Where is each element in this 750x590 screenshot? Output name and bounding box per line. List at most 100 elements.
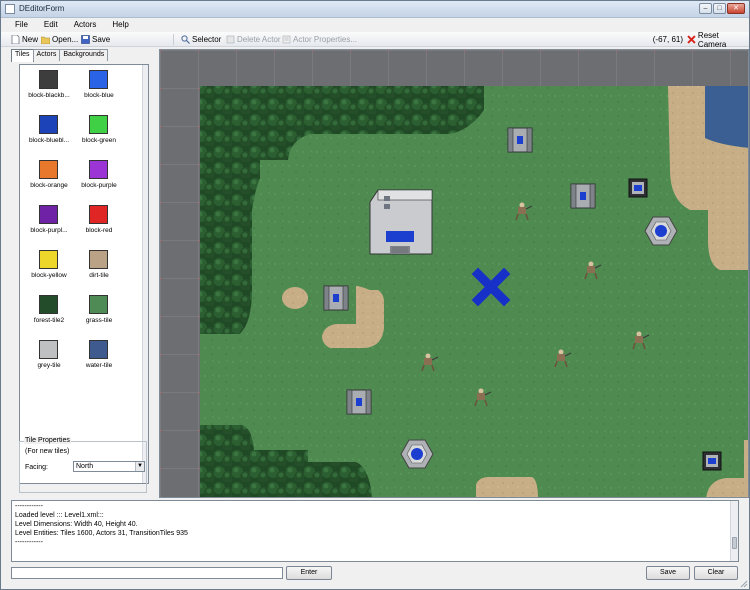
menu-help[interactable]: Help xyxy=(104,18,136,31)
console-line: Level Entities: Tiles 1600, Actors 31, T… xyxy=(15,530,188,537)
facing-select[interactable]: North ▼ xyxy=(73,461,145,472)
delete-actor-label: Delete Actor xyxy=(237,35,281,44)
command-input[interactable] xyxy=(11,567,283,579)
open-button[interactable]: Open... xyxy=(41,33,78,46)
tile-swatch xyxy=(39,205,58,224)
dirt-edge-right xyxy=(744,440,748,497)
menu-edit[interactable]: Edit xyxy=(36,18,66,31)
tile-label: block-purple xyxy=(81,182,117,189)
title-bar[interactable]: DEditorForm – □ ✕ xyxy=(1,1,749,18)
tank-actor[interactable] xyxy=(323,285,349,311)
delete-actor-button[interactable]: Delete Actor xyxy=(226,33,281,46)
dirt-bottom-patch xyxy=(476,477,538,497)
actor-properties-label: Actor Properties... xyxy=(293,35,358,44)
tile-label: grey-tile xyxy=(37,362,61,369)
window-title: DEditorForm xyxy=(19,4,65,13)
delete-icon xyxy=(226,35,235,44)
close-button[interactable]: ✕ xyxy=(727,3,745,14)
new-button[interactable]: New xyxy=(11,33,38,46)
tab-backgrounds[interactable]: Backgrounds xyxy=(59,49,109,61)
tile-palette-item[interactable]: forest-tile2 xyxy=(24,292,74,337)
actor-properties-button[interactable]: Actor Properties... xyxy=(282,33,357,46)
console-scroll-thumb[interactable] xyxy=(732,537,737,549)
menu-actors[interactable]: Actors xyxy=(66,18,105,31)
tile-palette-item[interactable]: grass-tile xyxy=(74,292,124,337)
tile-label: dirt-tile xyxy=(89,272,109,279)
save-disk-icon xyxy=(81,35,90,44)
reset-camera-label: Reset Camera xyxy=(697,30,727,49)
tile-properties-title: Tile Properties xyxy=(24,437,71,444)
tank-actor[interactable] xyxy=(346,389,372,415)
water-corner xyxy=(705,86,748,148)
save-log-button[interactable]: Save xyxy=(646,566,690,580)
tab-tiles[interactable]: Tiles xyxy=(11,49,34,62)
tile-properties-subtitle: (For new tiles) xyxy=(25,448,70,455)
window-controls: – □ ✕ xyxy=(699,3,745,14)
maximize-button[interactable]: □ xyxy=(713,3,726,14)
menu-bar: File Edit Actors Help xyxy=(1,18,749,31)
tile-palette-item[interactable]: block-blackb... xyxy=(24,67,74,112)
tile-palette-item[interactable]: block-purple xyxy=(74,157,124,202)
tile-palette-item[interactable]: block-orange xyxy=(24,157,74,202)
cursor-coordinates: (-67, 61) xyxy=(652,35,683,44)
tile-label: block-bluebl... xyxy=(28,137,70,144)
tile-swatch xyxy=(89,115,108,134)
toolbar: New Open... Save Selector Delete Actor A… xyxy=(1,30,749,49)
tile-swatch xyxy=(89,205,108,224)
minimize-button[interactable]: – xyxy=(699,3,712,14)
tile-swatch xyxy=(89,70,108,89)
tile-palette-item[interactable]: water-tile xyxy=(74,337,124,382)
tile-swatch xyxy=(39,295,58,314)
tile-palette-item[interactable]: grey-tile xyxy=(24,337,74,382)
bunker-actor[interactable] xyxy=(702,451,722,471)
chevron-down-icon[interactable]: ▼ xyxy=(135,462,144,471)
tile-palette-item[interactable]: block-red xyxy=(74,202,124,247)
tile-palette-item[interactable]: block-purpl... xyxy=(24,202,74,247)
tile-label: block-orange xyxy=(30,182,68,189)
tab-actors[interactable]: Actors xyxy=(32,49,61,61)
tiles-scrollbar[interactable] xyxy=(142,65,148,483)
level-map[interactable] xyxy=(160,50,749,498)
tank-actor[interactable] xyxy=(570,183,596,209)
tile-label: block-yellow xyxy=(31,272,67,279)
tile-palette-item[interactable]: block-green xyxy=(74,112,124,157)
clear-button[interactable]: Clear xyxy=(694,566,738,580)
output-console[interactable]: ------------ Loaded level ::: Level1.xml… xyxy=(11,500,739,562)
tile-palette-item[interactable]: block-bluebl... xyxy=(24,112,74,157)
tile-label: block-blue xyxy=(84,92,114,99)
console-line: Loaded level ::: Level1.xml::: xyxy=(15,512,104,519)
tile-swatch xyxy=(39,160,58,179)
tank-actor[interactable] xyxy=(507,127,533,153)
tile-swatch xyxy=(39,70,58,89)
tile-palette-item[interactable]: block-blue xyxy=(74,67,124,112)
enter-button[interactable]: Enter xyxy=(286,566,332,580)
magnifier-icon xyxy=(181,35,190,44)
selector-button[interactable]: Selector xyxy=(181,33,221,46)
tile-swatch xyxy=(39,340,58,359)
editor-window: DEditorForm – □ ✕ File Edit Actors Help … xyxy=(0,0,750,590)
save-label: Save xyxy=(92,35,111,44)
tile-palette-item[interactable]: block-yellow xyxy=(24,247,74,292)
toolbar-separator xyxy=(173,34,174,45)
tile-label: block-green xyxy=(82,137,116,144)
tile-swatch xyxy=(39,250,58,269)
save-toolbar-button[interactable]: Save xyxy=(81,33,110,46)
new-file-icon xyxy=(11,35,20,44)
menu-file[interactable]: File xyxy=(7,18,36,31)
tiles-list[interactable]: block-blackb... block-blue block-bluebl...… xyxy=(19,64,149,484)
bunker-actor[interactable] xyxy=(628,178,648,198)
console-scrollbar[interactable] xyxy=(730,501,738,561)
headquarters-building[interactable] xyxy=(369,189,433,255)
tile-label: block-purpl... xyxy=(30,227,68,234)
reset-camera-button[interactable]: Reset Camera xyxy=(687,30,749,49)
tile-swatch xyxy=(89,340,108,359)
console-line: Level Dimensions: Width 40, Height 40. xyxy=(15,521,138,528)
tile-palette-item[interactable]: dirt-tile xyxy=(74,247,124,292)
level-viewport[interactable] xyxy=(159,49,749,498)
tile-swatch xyxy=(89,160,108,179)
dirt-blob xyxy=(282,287,308,309)
tile-label: grass-tile xyxy=(85,317,113,324)
resize-grip-icon[interactable] xyxy=(740,580,748,588)
tile-label: forest-tile2 xyxy=(33,317,65,324)
open-folder-icon xyxy=(41,36,50,44)
